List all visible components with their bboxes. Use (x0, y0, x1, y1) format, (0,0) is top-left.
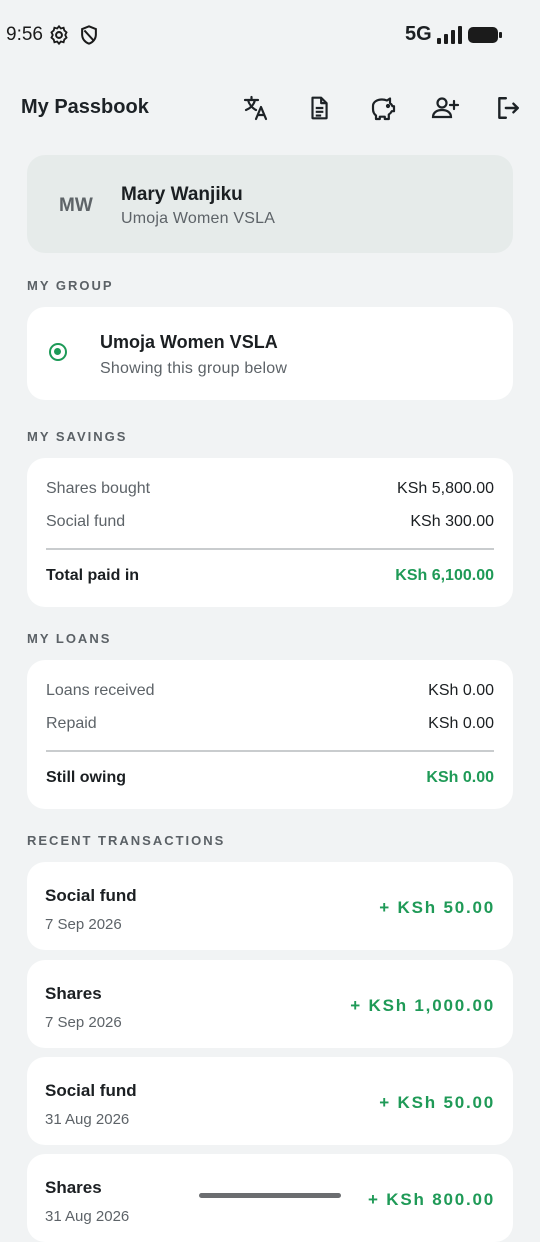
transaction-item[interactable]: Social fund 31 Aug 2026 + KSh 50.00 (27, 1057, 513, 1145)
loans-card: Loans received KSh 0.00 Repaid KSh 0.00 … (27, 660, 513, 809)
add-member-icon[interactable] (429, 92, 461, 124)
loans-row: Repaid KSh 0.00 (46, 715, 494, 733)
loans-total-value: KSh 0.00 (426, 769, 494, 786)
transaction-item[interactable]: Shares 7 Sep 2026 + KSh 1,000.00 (27, 960, 513, 1048)
loans-row-label: Loans received (46, 682, 155, 699)
network-type: 5G (405, 23, 432, 45)
savings-row-value: KSh 300.00 (410, 513, 494, 530)
transaction-title: Social fund (45, 1081, 137, 1100)
avatar: MW (59, 195, 93, 216)
battery-icon (467, 25, 503, 47)
savings-row: Social fund KSh 300.00 (46, 513, 494, 531)
loans-row-value: KSh 0.00 (428, 682, 494, 699)
piggy-bank-icon[interactable] (366, 92, 398, 124)
transaction-item[interactable]: Shares 31 Aug 2026 + KSh 800.00 (27, 1154, 513, 1242)
transaction-date: 7 Sep 2026 (45, 916, 122, 933)
transaction-amount: + KSh 50.00 (379, 898, 495, 917)
loans-row-value: KSh 0.00 (428, 715, 494, 732)
section-heading-transactions: RECENT TRANSACTIONS (27, 833, 226, 848)
section-heading-group: MY GROUP (27, 278, 114, 293)
transaction-title: Shares (45, 1178, 102, 1197)
shield-icon (78, 24, 100, 46)
group-selector[interactable]: Umoja Women VSLA Showing this group belo… (27, 307, 513, 400)
group-subtitle: Showing this group below (100, 360, 288, 377)
divider (46, 750, 494, 752)
profile-card: MW Mary Wanjiku Umoja Women VSLA (27, 155, 513, 253)
loans-total-row: Still owing KSh 0.00 (46, 769, 494, 787)
status-bar: 9:56 5G (0, 0, 540, 70)
group-radio[interactable] (49, 343, 67, 361)
savings-total-value: KSh 6,100.00 (395, 567, 494, 584)
member-group: Umoja Women VSLA (121, 210, 276, 227)
transaction-amount: + KSh 50.00 (379, 1093, 495, 1112)
savings-card: Shares bought KSh 5,800.00 Social fund K… (27, 458, 513, 607)
divider (46, 548, 494, 550)
settings-icon (48, 24, 70, 46)
savings-row: Shares bought KSh 5,800.00 (46, 480, 494, 498)
member-name: Mary Wanjiku (121, 184, 243, 205)
loans-row: Loans received KSh 0.00 (46, 682, 494, 700)
savings-total-row: Total paid in KSh 6,100.00 (46, 567, 494, 585)
loans-total-label: Still owing (46, 769, 126, 786)
transaction-title: Social fund (45, 886, 137, 905)
transaction-amount: + KSh 800.00 (368, 1190, 495, 1209)
savings-row-value: KSh 5,800.00 (397, 480, 494, 497)
group-name: Umoja Women VSLA (100, 332, 278, 352)
logout-icon[interactable] (492, 92, 524, 124)
transaction-date: 31 Aug 2026 (45, 1111, 130, 1128)
transaction-date: 7 Sep 2026 (45, 1014, 122, 1031)
transaction-amount: + KSh 1,000.00 (350, 996, 495, 1015)
transaction-item[interactable]: Social fund 7 Sep 2026 + KSh 50.00 (27, 862, 513, 950)
signal-icon (436, 25, 462, 47)
savings-row-label: Shares bought (46, 480, 151, 497)
savings-total-label: Total paid in (46, 567, 140, 584)
section-heading-loans: MY LOANS (27, 631, 112, 646)
app-bar: My Passbook (0, 80, 540, 136)
status-time: 9:56 (6, 24, 43, 45)
loans-row-label: Repaid (46, 715, 97, 732)
home-indicator[interactable] (199, 1193, 341, 1198)
section-heading-savings: MY SAVINGS (27, 429, 128, 444)
savings-row-label: Social fund (46, 513, 126, 530)
transaction-title: Shares (45, 984, 102, 1003)
translate-icon[interactable] (240, 92, 272, 124)
page-title: My Passbook (21, 96, 149, 118)
document-icon[interactable] (303, 92, 335, 124)
transaction-date: 31 Aug 2026 (45, 1208, 130, 1225)
